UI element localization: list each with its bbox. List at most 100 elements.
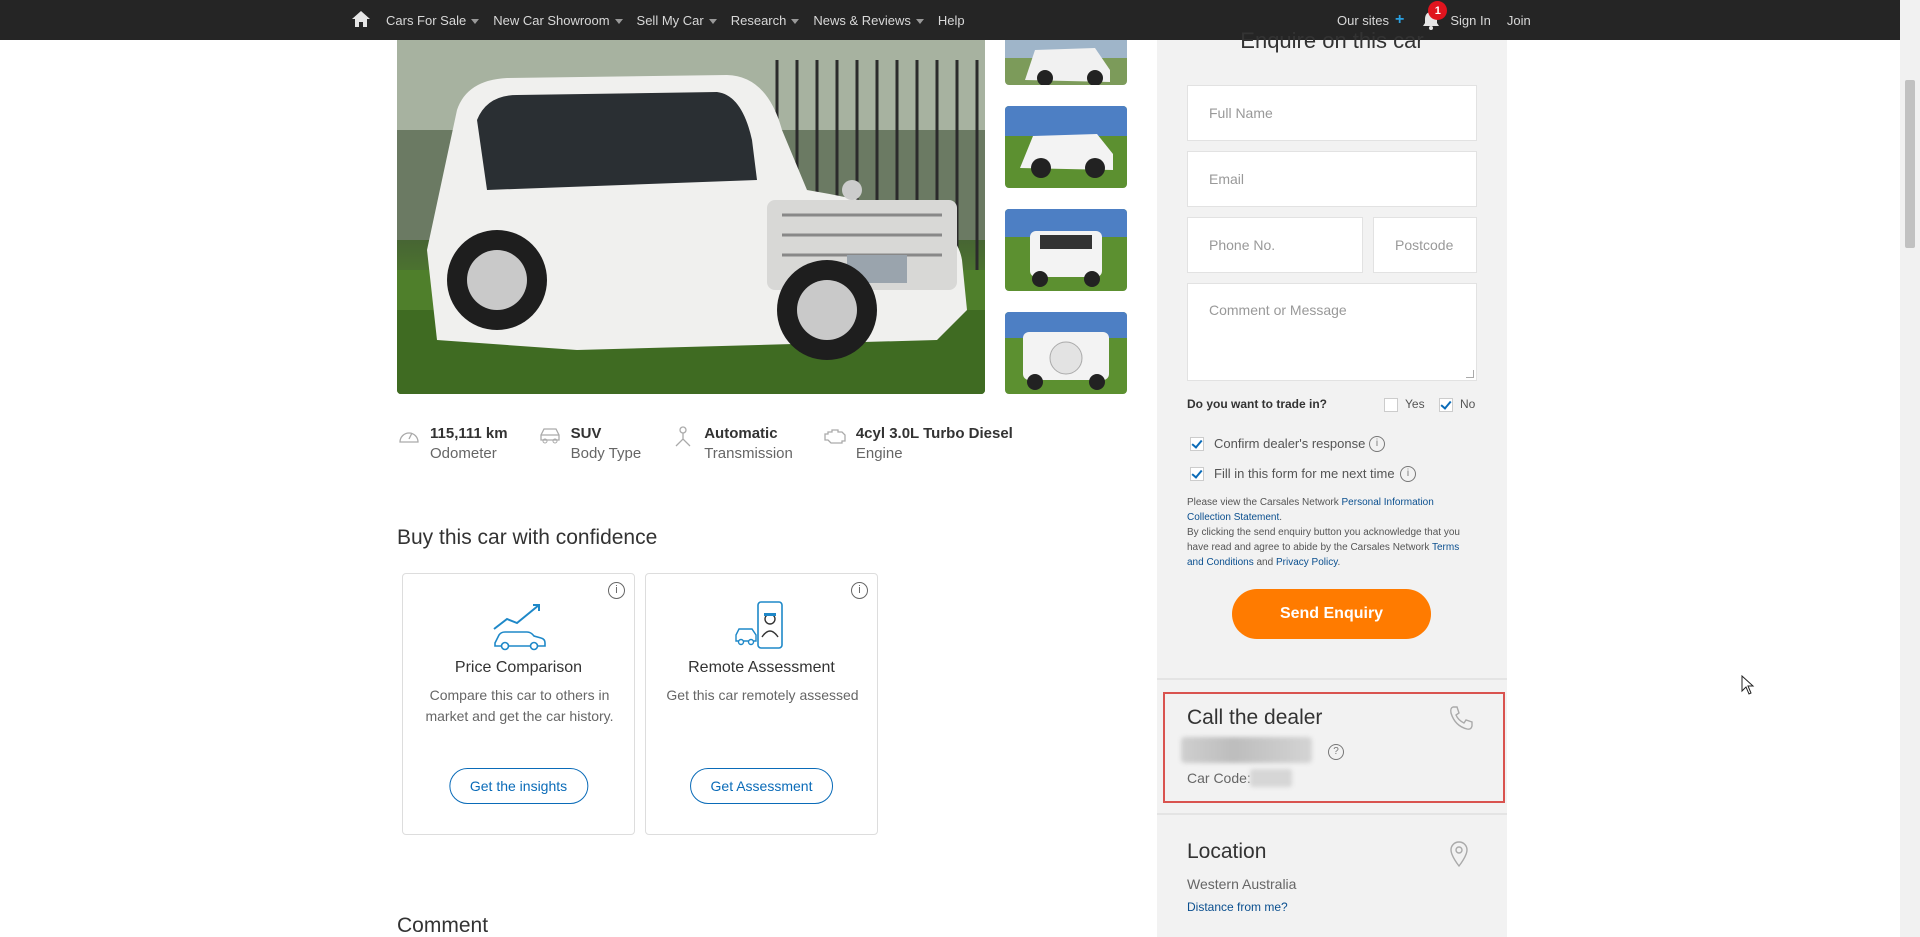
mouse-cursor-icon	[1741, 675, 1755, 695]
remote-assessment-card: i Remote Assessment Get this car remotel…	[645, 573, 878, 835]
thumbnail-1[interactable]	[1005, 40, 1127, 85]
our-sites-label: Our sites	[1337, 12, 1390, 28]
chevron-down-icon	[791, 18, 800, 24]
transmission-icon	[675, 426, 691, 447]
car-body-icon	[539, 428, 560, 444]
thumbnail-image	[1005, 312, 1127, 394]
nav-item-label: Help	[937, 12, 965, 28]
scrollbar-thumb[interactable]	[1905, 80, 1915, 248]
nav-item-label: New Car Showroom	[493, 12, 610, 28]
comment-section-title: Comment	[397, 914, 489, 937]
confirm-response-label: Confirm dealer's response	[1214, 436, 1366, 451]
legal-text-1: Please view the Carsales Network	[1187, 497, 1342, 508]
spec-value: 115,111 km	[430, 425, 508, 442]
thumbnail-image	[1005, 209, 1127, 291]
trade-in-question: Do you want to trade in?	[1187, 397, 1327, 411]
nav-item-label: Sell My Car	[636, 12, 704, 28]
info-icon[interactable]: i	[1369, 436, 1385, 452]
spec-transmission: Automatic Transmission	[671, 424, 793, 464]
car-code-redacted	[1250, 769, 1292, 787]
dealer-phone-number-redacted[interactable]	[1181, 737, 1312, 763]
nav-item-new-car-showroom[interactable]: New Car Showroom	[493, 12, 623, 28]
join-link[interactable]: Join	[1507, 13, 1531, 28]
plus-icon: +	[1395, 11, 1405, 28]
thumbnail-3[interactable]	[1005, 209, 1127, 291]
email-input[interactable]: Email	[1187, 151, 1477, 207]
spec-value: SUV	[570, 425, 602, 442]
legal-text-2: .	[1279, 512, 1283, 523]
remote-assessment-icon	[734, 601, 783, 649]
nav-item-label: Cars For Sale	[386, 12, 467, 28]
enquiry-title: Enquire on this car	[1240, 28, 1424, 53]
nav-item-news-reviews[interactable]: News & Reviews	[813, 13, 924, 28]
panel-divider	[1157, 813, 1507, 815]
top-nav-bar: Cars For Sale New Car Showroom Sell My C…	[0, 0, 1900, 40]
car-specs: 115,111 km Odometer SUV Body Type Automati…	[397, 424, 1043, 464]
legal-text: Please view the Carsales Network Persona…	[1187, 495, 1477, 570]
card-description: Compare this car to others in market and…	[425, 687, 614, 724]
get-insights-button[interactable]: Get the insights	[448, 768, 589, 804]
nav-item-research[interactable]: Research	[731, 13, 800, 28]
get-assessment-button[interactable]: Get Assessment	[689, 768, 834, 804]
trade-in-yes-checkbox[interactable]	[1384, 398, 1398, 412]
confidence-cards: i Price Comparison Compare this car to o…	[402, 573, 888, 835]
card-description: Get this car remotely assessed	[666, 687, 859, 703]
info-icon[interactable]: i	[608, 582, 625, 599]
card-title: Price Comparison	[454, 659, 583, 676]
remember-me-label: Fill in this form for me next time	[1214, 466, 1395, 481]
chevron-down-icon	[708, 18, 717, 24]
nav-item-help[interactable]: Help	[938, 13, 965, 28]
thumbnail-strip	[1005, 40, 1127, 415]
confidence-section-title: Buy this car with confidence	[397, 526, 658, 549]
full-name-input[interactable]: Full Name	[1187, 85, 1477, 141]
sign-in-link[interactable]: Sign In	[1450, 13, 1490, 28]
main-car-photo[interactable]	[397, 40, 985, 394]
panel-divider	[1157, 678, 1507, 680]
nav-item-sell-my-car[interactable]: Sell My Car	[637, 13, 717, 28]
trade-in-no-checkbox[interactable]	[1439, 398, 1453, 412]
help-icon[interactable]: ?	[1328, 744, 1344, 760]
privacy-policy-link[interactable]: Privacy Policy	[1276, 557, 1338, 568]
thumbnail-image	[1005, 40, 1127, 85]
remember-me-checkbox[interactable]	[1190, 467, 1204, 481]
spec-body-type: SUV Body Type	[538, 424, 642, 464]
thumbnail-4[interactable]	[1005, 312, 1127, 394]
resize-handle-icon[interactable]	[1466, 370, 1474, 378]
engine-icon	[824, 429, 846, 444]
location-title: Location	[1187, 840, 1267, 863]
send-enquiry-button[interactable]: Send Enquiry	[1232, 589, 1431, 639]
spec-odometer: 115,111 km Odometer	[397, 424, 508, 464]
car-code-label: Car Code:	[1187, 770, 1251, 786]
spec-label: Transmission	[704, 445, 793, 462]
spec-label: Engine	[855, 445, 903, 462]
message-textarea[interactable]: Comment or Message	[1187, 283, 1477, 381]
legal-text-5: .	[1337, 557, 1341, 568]
location-state: Western Australia	[1187, 876, 1297, 892]
spec-value: 4cyl 3.0L Turbo Diesel	[855, 425, 1013, 442]
nav-item-label: News & Reviews	[813, 12, 911, 28]
chevron-down-icon	[614, 18, 623, 24]
distance-link[interactable]: Distance from me?	[1187, 900, 1288, 914]
our-sites-menu[interactable]: Our sites +	[1337, 11, 1404, 29]
card-title: Remote Assessment	[688, 659, 835, 676]
info-icon[interactable]: i	[1400, 466, 1416, 482]
info-icon[interactable]: i	[851, 582, 868, 599]
thumbnail-2[interactable]	[1005, 106, 1127, 188]
confirm-response-checkbox[interactable]	[1190, 437, 1204, 451]
car-photo-image	[397, 40, 985, 394]
chevron-down-icon	[915, 18, 924, 24]
call-dealer-title: Call the dealer	[1187, 706, 1323, 729]
nav-item-cars-for-sale[interactable]: Cars For Sale	[386, 12, 480, 28]
phone-icon[interactable]	[1447, 704, 1475, 732]
spec-label: Body Type	[570, 445, 642, 462]
postcode-input[interactable]: Postcode	[1373, 217, 1477, 273]
spec-engine: 4cyl 3.0L Turbo Diesel Engine	[823, 424, 1013, 464]
notification-badge: 1	[1428, 1, 1448, 20]
trade-in-no-label: No	[1460, 397, 1476, 411]
chevron-down-icon	[471, 18, 480, 24]
page-scrollbar[interactable]	[1900, 0, 1920, 937]
home-icon[interactable]	[350, 9, 372, 29]
odometer-icon	[399, 432, 419, 443]
nav-item-label: Research	[730, 12, 787, 28]
phone-input[interactable]: Phone No.	[1187, 217, 1363, 273]
